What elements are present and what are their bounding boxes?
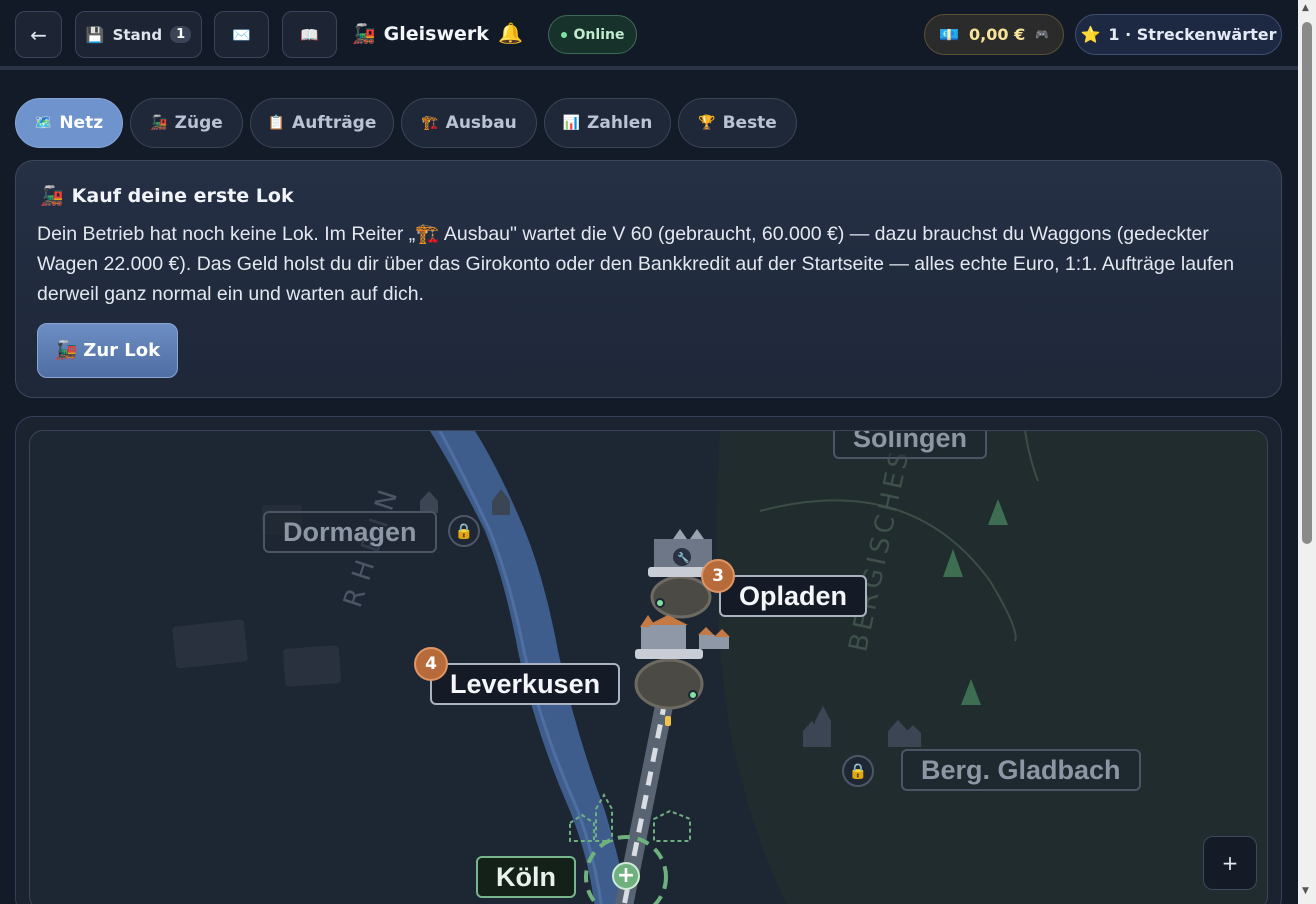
back-button[interactable]: ← [15,11,62,58]
station-level-badge: 4 [414,647,448,681]
onboarding-card: 🚂 Kauf deine erste Lok Dein Betrieb hat … [15,160,1282,398]
tab-label: Züge [174,113,223,133]
balance-value: 0,00 € [969,25,1026,44]
scrollbar-thumb[interactable] [1302,22,1312,544]
crane-icon: 🏗️ [421,115,439,131]
map-terrain: 🔧 RHEIN BERGISCHES [172,431,1267,904]
station-label-berg-gladbach[interactable]: Berg. Gladbach [901,749,1141,791]
station-label-leverkusen[interactable]: Leverkusen [430,663,621,705]
back-arrow-icon: ← [30,22,47,47]
tab-beste[interactable]: 🏆 Beste [678,98,797,148]
tab-zuege[interactable]: 🚂 Züge [130,98,243,148]
go-to-locomotive-button[interactable]: 🚂 Zur Lok [37,323,178,378]
station-label-opladen[interactable]: Opladen [719,575,868,617]
app-title: 🚂 Gleiswerk [352,22,489,46]
onboarding-title-text: Kauf deine erste Lok [71,184,294,207]
status-label: Online [573,26,625,43]
lock-icon: 🔒 [842,755,874,787]
stand-count-badge: 1 [170,26,192,43]
tab-label: Netz [59,113,104,133]
rank-pill[interactable]: ⭐ 1 · Streckenwärter [1075,14,1282,55]
notification-bell-icon[interactable]: 🔔 [498,21,523,45]
train-icon: 🚂 [150,115,168,131]
clipboard-icon: 📋 [267,115,286,131]
svg-text:🔧: 🔧 [677,551,689,564]
station-label-dormagen[interactable]: Dormagen [263,511,437,553]
tab-zahlen[interactable]: 📊 Zahlen [544,98,671,148]
onboarding-title: 🚂 Kauf deine erste Lok [40,184,294,208]
tab-label: Zahlen [587,113,653,133]
tab-auftraege[interactable]: 📋 Aufträge [250,98,394,148]
onboarding-text: Dein Betrieb hat noch keine Lok. Im Reit… [37,223,1235,305]
tab-ausbau[interactable]: 🏗️ Ausbau [401,98,537,148]
save-icon: 💾 [85,25,105,44]
gamepad-icon: 🎮 [1035,28,1049,41]
tab-label: Beste [722,113,777,133]
mail-icon: ✉️ [232,25,251,44]
cta-label: Zur Lok [83,340,161,361]
train-logo-icon: 🚂 [352,23,376,45]
rank-label: 1 · Streckenwärter [1108,25,1277,44]
book-icon: 📖 [300,25,319,44]
money-icon: 💶 [939,25,960,44]
stand-label: Stand [112,25,163,44]
network-map[interactable]: 🔧 RHEIN BERGISCHES Solingen Dormagen 🔒 O… [29,430,1268,904]
guide-book-button[interactable]: 📖 [282,11,337,58]
app-title-text: Gleiswerk [383,22,489,45]
map-icon: 🗺️ [34,115,53,131]
train-icon: 🚂 [40,185,64,207]
station-label-koeln[interactable]: Köln [476,856,576,898]
zoom-in-button[interactable]: + [1203,836,1257,890]
scroll-up-icon[interactable]: ▲ [1302,3,1309,13]
status-dot-icon [560,31,567,38]
lock-icon: 🔒 [448,515,480,547]
star-icon: ⭐ [1080,25,1101,44]
tab-netz[interactable]: 🗺️ Netz [15,98,123,148]
train-icon: 🚂 [54,340,78,361]
tab-label: Ausbau [445,113,517,133]
chart-icon: 📊 [562,115,581,131]
online-status-badge: Online [548,15,637,54]
stand-button[interactable]: 💾 Stand 1 [75,11,202,58]
station-label-solingen[interactable]: Solingen [833,431,987,459]
station-level-badge: 3 [701,559,735,593]
trophy-icon: 🏆 [698,115,716,131]
scroll-down-icon[interactable]: ▼ [1302,886,1309,896]
tab-label: Aufträge [292,113,377,133]
add-station-button[interactable]: + [612,862,640,890]
mail-button[interactable]: ✉️ [214,11,269,58]
balance-pill[interactable]: 💶 0,00 € 🎮 [924,14,1064,55]
top-bar: ← 💾 Stand 1 ✉️ 📖 🚂 Gleiswerk 🔔 Online 💶 … [0,0,1298,70]
